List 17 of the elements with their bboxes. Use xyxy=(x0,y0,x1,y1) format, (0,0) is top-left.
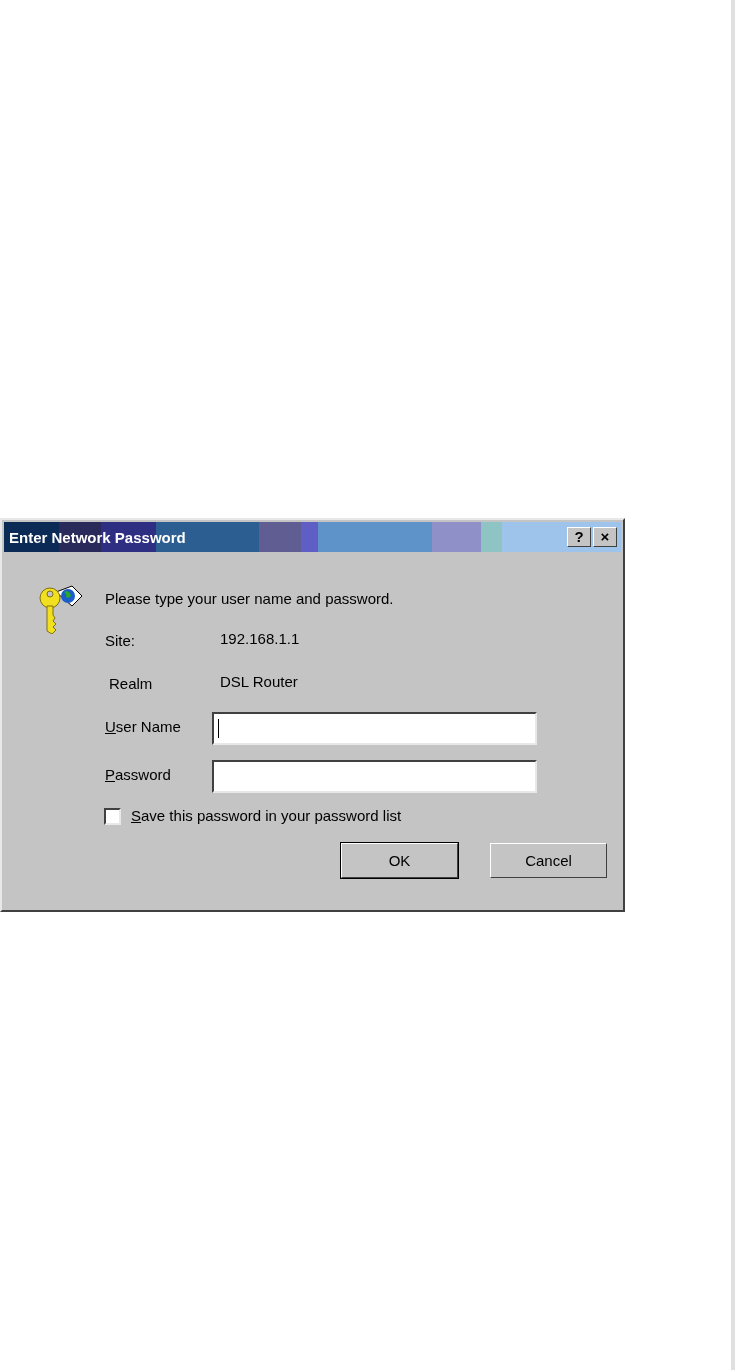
checkbox-label[interactable]: Save this password in your password list xyxy=(131,807,402,824)
info-value: 192.168.1.1 xyxy=(220,630,300,647)
field-label: Password xyxy=(105,766,171,783)
help-button[interactable]: ? xyxy=(567,527,591,547)
input-field[interactable] xyxy=(212,712,537,745)
checkbox[interactable] xyxy=(104,808,121,825)
cancel-button[interactable]: Cancel xyxy=(490,843,607,878)
info-label: Site: xyxy=(105,632,135,649)
close-button[interactable]: × xyxy=(593,527,617,547)
info-value: DSL Router xyxy=(220,673,298,690)
field-label: User Name xyxy=(105,718,181,735)
key-globe-icon xyxy=(38,584,82,634)
prompt-text: Please type your user name and password. xyxy=(105,590,394,607)
dialog-title: Enter Network Password xyxy=(9,528,186,546)
input-field[interactable] xyxy=(212,760,537,793)
ok-button[interactable]: OK xyxy=(341,843,458,878)
info-label: Realm xyxy=(109,675,153,692)
